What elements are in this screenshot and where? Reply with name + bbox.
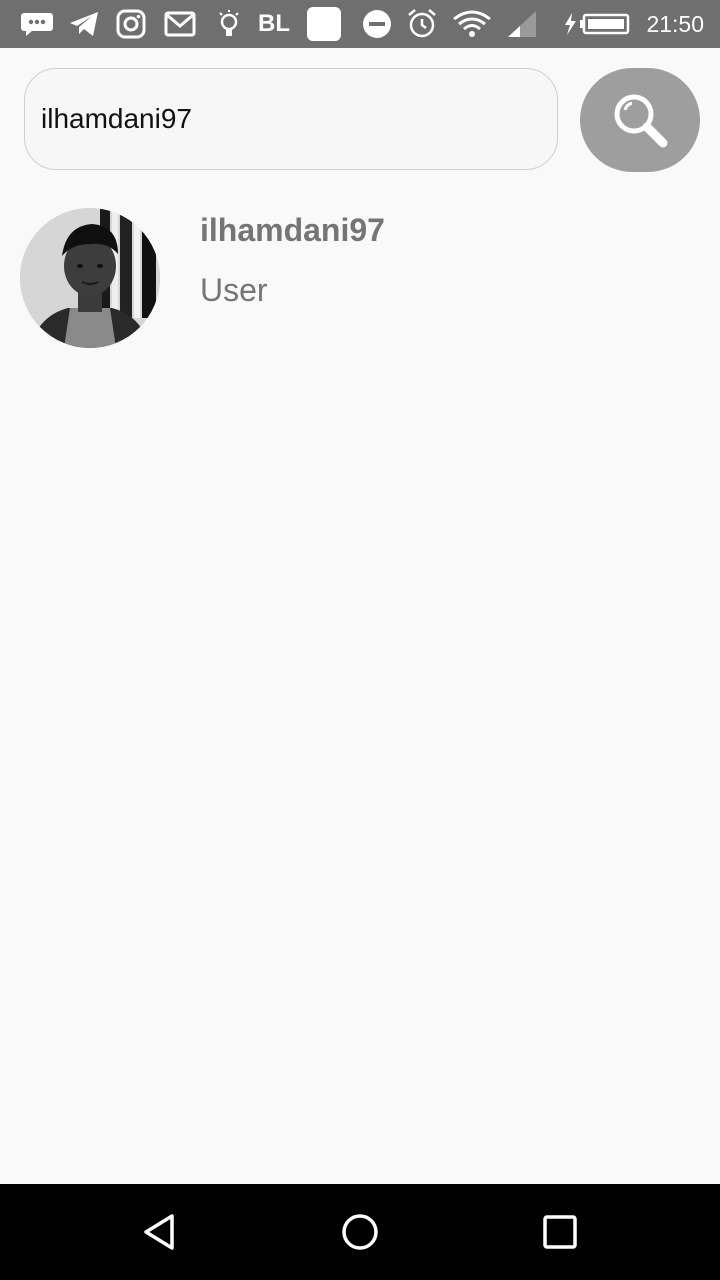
home-icon[interactable] — [336, 1208, 384, 1256]
bl-app-icon: BL — [258, 10, 290, 37]
dnd-icon — [362, 8, 392, 40]
back-icon[interactable] — [136, 1208, 184, 1256]
wifi-icon — [452, 8, 492, 40]
messenger-icon — [20, 8, 54, 40]
clock: 21:50 — [646, 11, 704, 37]
search-icon — [608, 88, 672, 152]
gmail-icon — [164, 8, 196, 40]
result-username[interactable]: ilhamdani97 — [200, 212, 385, 249]
avatar[interactable] — [20, 208, 160, 348]
telegram-icon — [68, 8, 100, 40]
battery-charging-icon — [562, 8, 632, 40]
status-bar: BL 21:50 — [0, 0, 720, 48]
navigation-bar — [0, 1184, 720, 1280]
search-input[interactable] — [24, 68, 558, 170]
signal-icon — [506, 8, 538, 40]
instagram-icon — [116, 8, 146, 40]
alarm-icon — [406, 8, 438, 40]
recents-icon[interactable] — [536, 1208, 584, 1256]
bulb-icon — [216, 8, 242, 40]
result-role: User — [200, 272, 268, 308]
search-button[interactable] — [580, 68, 700, 172]
blank-app-icon — [306, 7, 342, 41]
